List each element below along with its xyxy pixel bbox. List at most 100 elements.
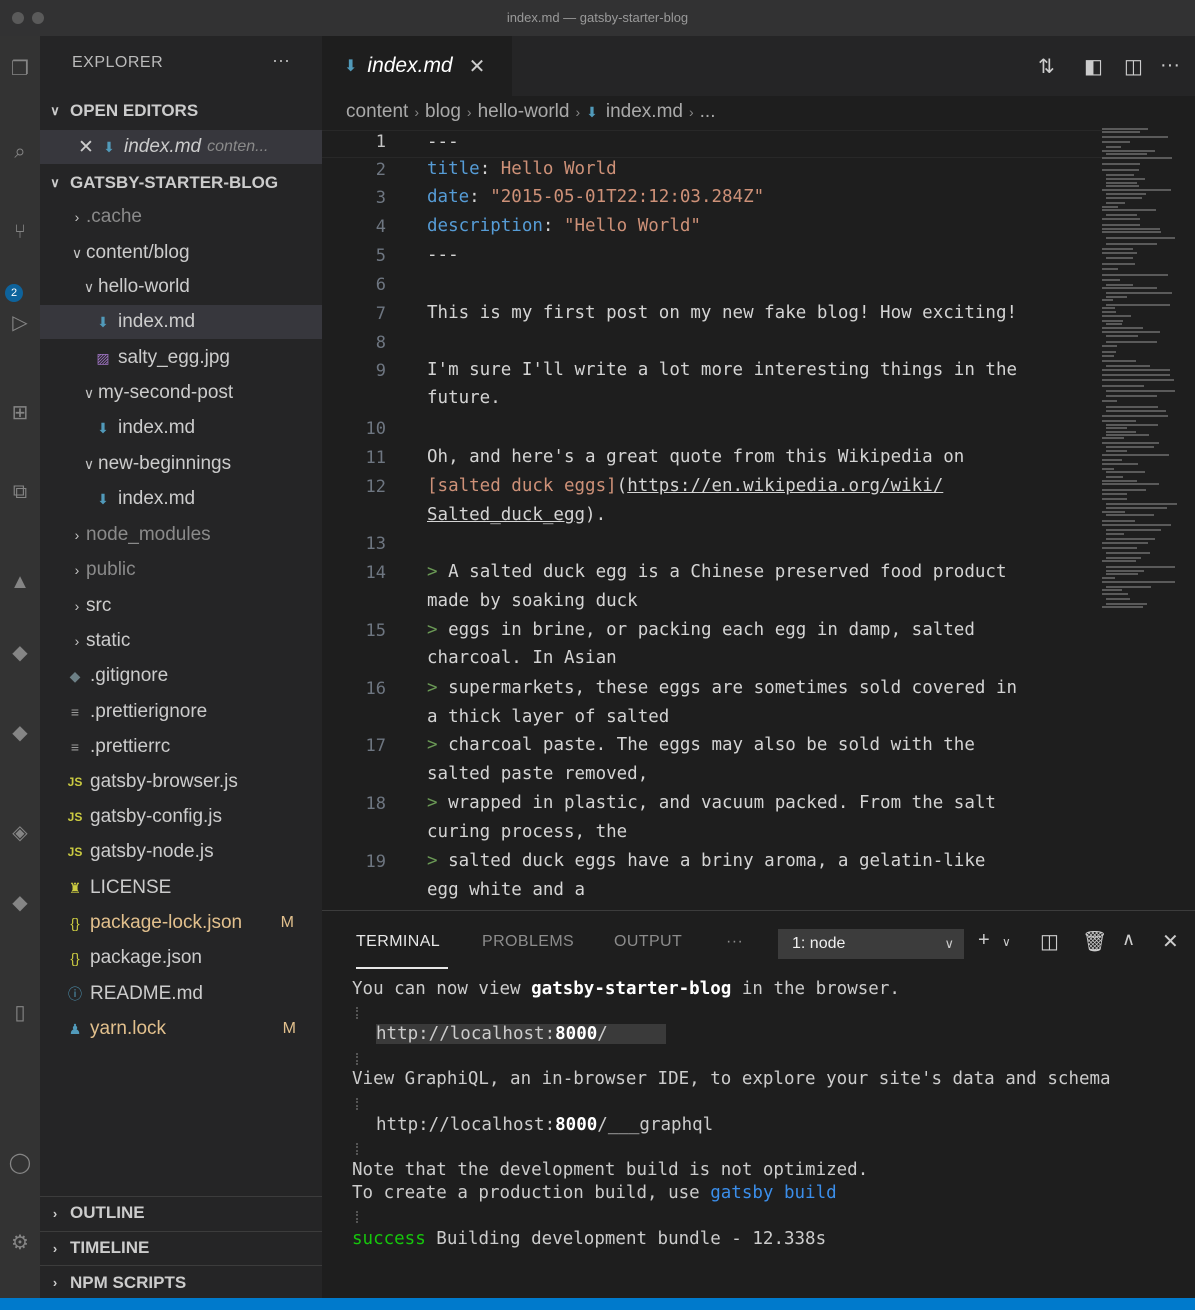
terminal-select[interactable]: 1: node ∨ xyxy=(778,929,964,959)
tree-folder-public[interactable]: › public xyxy=(40,553,322,587)
minimap-line xyxy=(1102,360,1136,362)
tree-folder-cache[interactable]: › .cache xyxy=(40,200,322,234)
tree-file-license[interactable]: ♜ LICENSE xyxy=(40,871,322,905)
minimap-line xyxy=(1102,287,1157,289)
activity-bar: ❐ ⌕ ⑂ 2 ▷ ⊞ ⧉ ▲ ◆ ◆ ◈ ◆ ▯ ◯ ⚙ xyxy=(0,36,40,1298)
minimap-line xyxy=(1106,476,1123,478)
tree-file-new-index[interactable]: ⬇ index.md xyxy=(40,482,322,516)
npm-scripts-section[interactable]: › NPM SCRIPTS xyxy=(40,1265,322,1299)
terminal-link[interactable]: http://localhost:8000/ xyxy=(376,1024,666,1044)
markdown-file-icon: ⬇ xyxy=(586,103,598,120)
testing-icon[interactable]: ▲ xyxy=(4,566,36,598)
more-actions-icon[interactable]: ··· xyxy=(1160,54,1180,77)
panel-more-icon[interactable]: ··· xyxy=(726,933,743,951)
tree-folder-new-beginnings[interactable]: ∨ new-beginnings xyxy=(40,447,322,481)
close-panel-icon[interactable]: ✕ xyxy=(1162,929,1179,954)
git-graph-icon[interactable]: ◆ xyxy=(4,716,36,748)
source-control-icon[interactable]: ⑂ xyxy=(4,216,36,248)
terminal-line: To create a production build, use gatsby… xyxy=(352,1183,837,1203)
account-icon[interactable]: ◯ xyxy=(4,1146,36,1178)
live-share-icon[interactable]: ◈ xyxy=(4,816,36,848)
open-preview-icon[interactable]: ◧ xyxy=(1084,54,1103,79)
minimap-line xyxy=(1102,379,1174,381)
line-marker xyxy=(356,1098,362,1110)
database-icon[interactable]: ◆ xyxy=(4,886,36,918)
tree-folder-src[interactable]: › src xyxy=(40,589,322,623)
split-editor-icon[interactable]: ◫ xyxy=(1124,54,1143,79)
remote-icon[interactable]: ⧉ xyxy=(4,476,36,508)
more-actions-icon[interactable]: ··· xyxy=(272,50,290,71)
tab-label: index.md xyxy=(367,54,453,77)
chevron-down-icon[interactable]: ∨ xyxy=(1002,935,1011,949)
code-line: title: Hello World xyxy=(427,159,617,179)
close-icon[interactable]: ✕ xyxy=(469,54,486,79)
close-icon[interactable]: ✕ xyxy=(78,136,98,159)
minimap-line xyxy=(1106,507,1167,509)
tree-file-yarn-lock[interactable]: ♟ yarn.lock M xyxy=(40,1012,322,1046)
tree-folder-content-blog[interactable]: ∨ content/blog xyxy=(40,236,322,270)
tab-output[interactable]: OUTPUT xyxy=(614,933,682,951)
breadcrumb-item[interactable]: blog xyxy=(425,101,461,123)
breadcrumb-item[interactable]: index.md xyxy=(606,101,683,123)
terminal-link[interactable]: http://localhost:8000/___graphql xyxy=(376,1115,713,1135)
tree-file-salty-egg[interactable]: ▨ salty_egg.jpg xyxy=(40,341,322,375)
tab-terminal[interactable]: TERMINAL xyxy=(356,933,440,951)
open-changes-icon[interactable]: ⇅ xyxy=(1038,54,1055,79)
minimap-line xyxy=(1106,586,1151,588)
tree-file-package-json[interactable]: {} package.json xyxy=(40,941,322,975)
tree-file-hello-index[interactable]: ⬇ index.md xyxy=(40,305,322,339)
license-file-icon: ♜ xyxy=(68,879,82,896)
code-token: eggs in brine, or packing each egg in da… xyxy=(437,620,975,640)
search-icon[interactable]: ⌕ xyxy=(4,136,36,168)
new-terminal-icon[interactable]: + xyxy=(978,929,990,952)
link-url[interactable]: Salted_duck_egg xyxy=(427,505,585,525)
tree-file-readme[interactable]: ⓘ README.md xyxy=(40,977,322,1011)
code-editor[interactable]: 1 2 3 4 5 6 7 8 9 10 11 12 13 14 15 16 1… xyxy=(322,128,1195,910)
run-icon[interactable]: ▷ xyxy=(4,306,36,338)
tree-file-prettierrc[interactable]: ≡ .prettierrc xyxy=(40,730,322,764)
open-editors-section[interactable]: ∨ OPEN EDITORS xyxy=(40,96,322,126)
tree-label: index.md xyxy=(118,488,196,509)
markdown-file-icon: ⬇ xyxy=(97,313,109,330)
minimap-line xyxy=(1106,335,1138,337)
gear-icon[interactable]: ⚙ xyxy=(4,1226,36,1258)
tree-file-gitignore[interactable]: ◆ .gitignore xyxy=(40,659,322,693)
tree-file-prettierignore[interactable]: ≡ .prettierignore xyxy=(40,695,322,729)
breadcrumb-item[interactable]: hello-world xyxy=(478,101,570,123)
minimap-line xyxy=(1106,292,1172,294)
link-url[interactable]: https://en.wikipedia.org/wiki/ xyxy=(627,476,943,496)
tree-folder-static[interactable]: › static xyxy=(40,624,322,658)
tree-label: index.md xyxy=(118,417,196,438)
code-line: Oh, and here's a great quote from this W… xyxy=(427,447,965,467)
tab-problems[interactable]: PROBLEMS xyxy=(482,933,574,951)
open-editor-item[interactable]: ✕ ⬇ index.md conten... xyxy=(40,130,322,164)
breadcrumb-item[interactable]: content xyxy=(346,101,408,123)
minimap-line xyxy=(1102,279,1120,281)
tree-file-gatsby-node[interactable]: JS gatsby-node.js xyxy=(40,835,322,869)
maximize-panel-icon[interactable]: ∧ xyxy=(1122,929,1135,950)
tree-label: content/blog xyxy=(86,242,190,263)
chevron-right-icon: › xyxy=(74,598,80,614)
trash-icon[interactable]: 🗑 xyxy=(1082,929,1107,954)
notebook-icon[interactable]: ▯ xyxy=(4,996,36,1028)
extensions-icon[interactable]: ⊞ xyxy=(4,396,36,428)
docker-icon[interactable]: ◆ xyxy=(4,636,36,668)
project-section[interactable]: ∨ GATSBY-STARTER-BLOG xyxy=(40,168,322,198)
tree-folder-my-second-post[interactable]: ∨ my-second-post xyxy=(40,376,322,410)
tree-file-gatsby-config[interactable]: JS gatsby-config.js xyxy=(40,800,322,834)
tree-file-package-lock[interactable]: {} package-lock.json M xyxy=(40,906,322,940)
explorer-icon[interactable]: ❐ xyxy=(4,52,36,84)
timeline-section[interactable]: › TIMELINE xyxy=(40,1231,322,1264)
tree-folder-node-modules[interactable]: › node_modules xyxy=(40,518,322,552)
tree-file-second-index[interactable]: ⬇ index.md xyxy=(40,411,322,445)
minimap[interactable] xyxy=(1102,128,1182,618)
open-editor-path: conten... xyxy=(207,138,269,155)
split-terminal-icon[interactable]: ◫ xyxy=(1040,929,1059,954)
terminal-line: View GraphiQL, an in-browser IDE, to exp… xyxy=(352,1069,1111,1089)
minimap-line xyxy=(1106,296,1127,298)
tree-file-gatsby-browser[interactable]: JS gatsby-browser.js xyxy=(40,765,322,799)
breadcrumb-item[interactable]: ... xyxy=(700,101,716,123)
tree-folder-hello-world[interactable]: ∨ hello-world xyxy=(40,270,322,304)
outline-section[interactable]: › OUTLINE xyxy=(40,1196,322,1229)
tab-index-md[interactable]: ⬇ index.md ✕ xyxy=(322,36,512,96)
